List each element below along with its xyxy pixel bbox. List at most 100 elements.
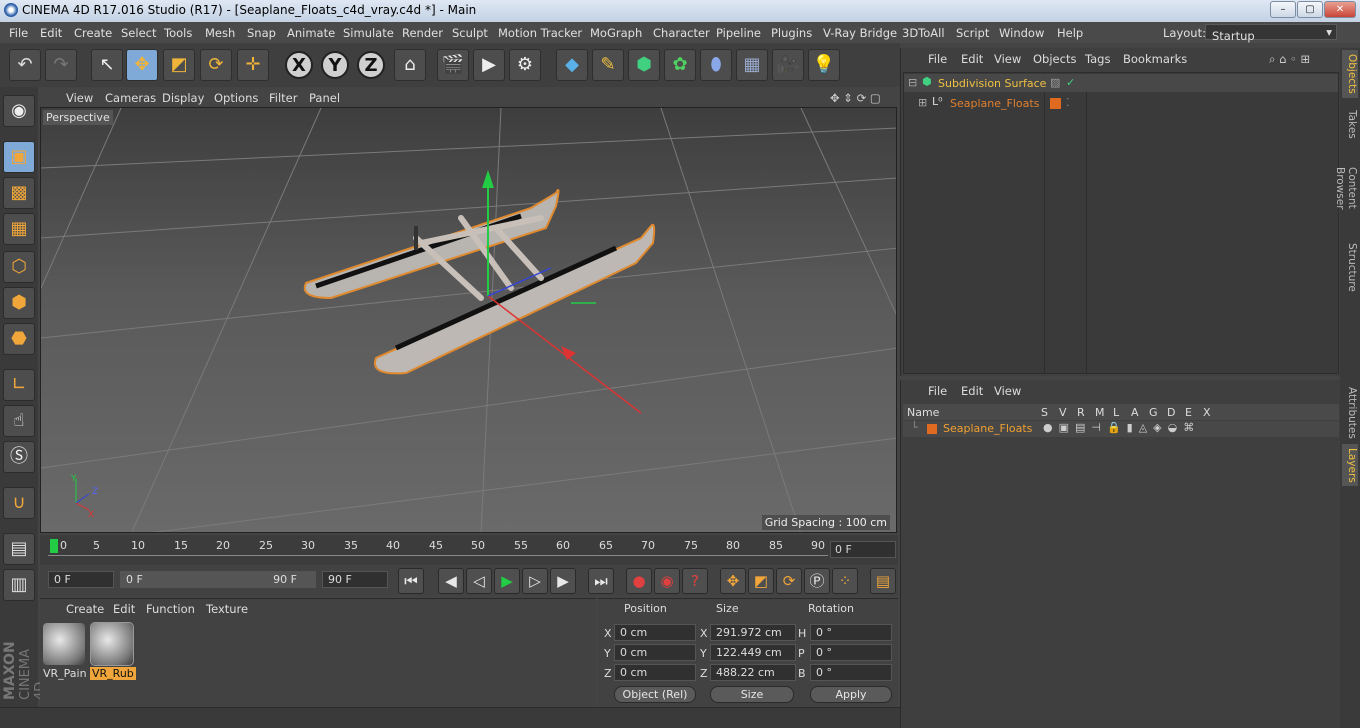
menu-select[interactable]: Select [121,26,156,40]
timeline-window-button[interactable]: ▤ [870,568,896,594]
col-g[interactable]: G [1149,406,1158,419]
grid-lock-icon[interactable]: ▥ [3,569,35,601]
next-frame-button[interactable]: ▷ [522,568,548,594]
menu-create[interactable]: Create [74,26,112,40]
menu-3dtoall[interactable]: 3DToAll [902,26,945,40]
polygons-mode-icon[interactable]: ⬣ [3,323,35,355]
size-z-field[interactable]: 488.22 cm [710,664,796,681]
autokey-button[interactable]: ◉ [654,568,680,594]
minimize-button[interactable]: – [1270,1,1296,18]
material-swatch[interactable] [90,622,134,666]
deformer-button[interactable]: ⬮ [700,49,732,81]
menu-render[interactable]: Render [402,26,443,40]
render-settings-button[interactable]: ⚙ [509,49,541,81]
key-scale-button[interactable]: ◩ [748,568,774,594]
menu-sculpt[interactable]: Sculpt [452,26,488,40]
mat-menu-texture[interactable]: Texture [206,602,248,616]
menu-script[interactable]: Script [956,26,989,40]
vp-menu-filter[interactable]: Filter [269,91,297,105]
rotate-tool-button[interactable]: ⟳ [200,49,232,81]
snap-icon[interactable]: Ⓢ [3,441,35,473]
expand-icon[interactable]: ⊟ [908,76,917,89]
y-axis-toggle[interactable]: Y [321,51,349,79]
move-tool-button[interactable]: ✥ [126,49,158,81]
tweak-mode-icon[interactable]: ☝ [3,405,35,437]
mat-menu-edit[interactable]: Edit [113,602,135,616]
size-x-field[interactable]: 291.972 cm [710,624,796,641]
tab-objects[interactable]: Objects [1342,50,1358,98]
col-s[interactable]: S [1041,406,1048,419]
viewport-nav-icons[interactable]: ✥ ⇕ ⟳ ▢ [830,91,881,105]
om-toolbar-icons[interactable]: ⌕ ⌂ ◦ ⊞ [1269,52,1310,67]
menu-tools[interactable]: Tools [164,26,192,40]
workplane-lock-icon[interactable]: ▤ [3,533,35,565]
prev-key-button[interactable]: ◀ [438,568,464,594]
col-d[interactable]: D [1167,406,1175,419]
redo-button[interactable]: ↷ [45,49,77,81]
key-rotation-button[interactable]: ⟳ [776,568,802,594]
cloner-button[interactable]: ✿ [664,49,696,81]
tab-attributes[interactable]: Attributes [1342,384,1358,442]
last-tool-button[interactable]: ✛ [237,49,269,81]
position-y-field[interactable]: 0 cm [614,644,696,661]
menu-file[interactable]: File [9,26,28,40]
layer-color-swatch[interactable] [1050,98,1061,109]
edges-mode-icon[interactable]: ⬢ [3,287,35,319]
start-frame-field[interactable]: 0 F [48,571,114,588]
om-menu-view[interactable]: View [994,52,1021,66]
mat-menu-function[interactable]: Function [146,602,195,616]
menu-mesh[interactable]: Mesh [205,26,235,40]
key-position-button[interactable]: ✥ [720,568,746,594]
coordinate-mode-select[interactable]: Object (Rel) [614,686,696,703]
frame-range-slider[interactable]: 0 F 90 F [120,571,316,588]
menu-character[interactable]: Character [653,26,710,40]
points-mode-icon[interactable]: ⬡ [3,251,35,283]
playhead-marker[interactable] [50,539,58,553]
menu-help[interactable]: Help [1057,26,1083,40]
visibility-toggle[interactable]: ▨ [1050,76,1060,89]
menu-pipeline[interactable]: Pipeline [716,26,761,40]
rotation-h-field[interactable]: 0 ° [810,624,892,641]
object-name[interactable]: Subdivision Surface [938,77,1046,90]
workplane-mode-icon[interactable]: ▦ [3,213,35,245]
col-v[interactable]: V [1059,406,1067,419]
object-name[interactable]: Seaplane_Floats [950,97,1039,110]
tree-row[interactable]: ⊞ L⁰ Seaplane_Floats ⁚ [904,94,1338,112]
menu-simulate[interactable]: Simulate [343,26,394,40]
vp-menu-view[interactable]: View [66,91,93,105]
texture-mode-icon[interactable]: ▩ [3,177,35,209]
om-menu-file[interactable]: File [928,52,947,66]
lm-menu-file[interactable]: File [928,384,947,398]
maximize-button[interactable]: ▢ [1297,1,1323,18]
axis-mode-icon[interactable]: ∟ [3,369,35,401]
layer-color-swatch[interactable] [927,424,937,434]
lm-menu-view[interactable]: View [994,384,1021,398]
render-view-button[interactable]: 🎬 [437,49,469,81]
key-pla-button[interactable]: ⁘ [832,568,858,594]
key-parameter-button[interactable]: Ⓟ [804,568,830,594]
material-swatch[interactable] [43,623,85,665]
play-button[interactable]: ▶ [494,568,520,594]
col-a[interactable]: A [1131,406,1139,419]
menu-plugins[interactable]: Plugins [771,26,812,40]
rotation-b-field[interactable]: 0 ° [810,664,892,681]
floor-button[interactable]: ▦ [736,49,768,81]
menu-animate[interactable]: Animate [287,26,335,40]
3d-viewport[interactable]: Y Z X Perspective Grid Spacing : 100 cm [40,107,897,533]
z-axis-toggle[interactable]: Z [357,51,385,79]
menu-mograph[interactable]: MoGraph [590,26,642,40]
vp-menu-panel[interactable]: Panel [309,91,340,105]
col-x[interactable]: X [1203,406,1211,419]
om-menu-edit[interactable]: Edit [961,52,983,66]
layer-row[interactable]: └ Seaplane_Floats ●▣▤⊣🔒▮◬◈◒⌘ [903,421,1339,437]
model-mode-icon[interactable]: ▣ [3,141,35,173]
expand-icon[interactable]: ⊞ [918,96,927,109]
prev-frame-button[interactable]: ◁ [466,568,492,594]
render-picture-viewer-button[interactable]: ▶ [473,49,505,81]
coordinate-system-button[interactable]: ⌂ [394,49,426,81]
size-mode-select[interactable]: Size [710,686,794,703]
undo-button[interactable]: ↶ [9,49,41,81]
position-z-field[interactable]: 0 cm [614,664,696,681]
vp-menu-options[interactable]: Options [214,91,258,105]
keyframe-selection-button[interactable]: ? [682,568,708,594]
